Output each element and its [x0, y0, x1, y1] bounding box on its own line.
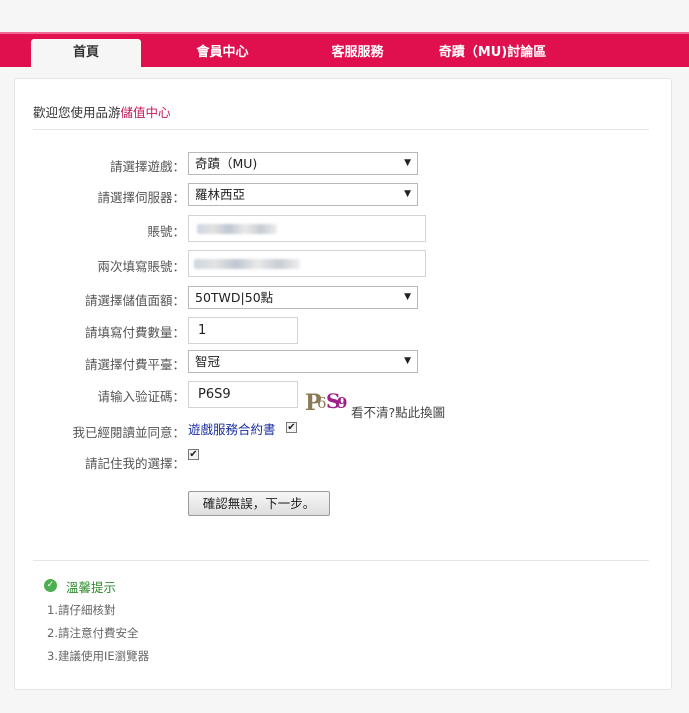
platform-label: 請選擇付費平臺：	[84, 357, 185, 372]
redacted-account	[197, 224, 277, 234]
captcha-label: 请输入验证碼：	[97, 389, 185, 404]
tab-forum[interactable]: 奇蹟（MU)討論區	[425, 39, 560, 69]
captcha-image[interactable]: P 6 S 9	[304, 384, 348, 416]
quantity-input[interactable]: 1	[188, 317, 298, 344]
remember-label: 請記住我的選擇：	[84, 456, 185, 471]
main-panel: 歡迎您使用品游儲值中心 請選擇遊戲： 奇蹟（MU) ▼ 請選擇伺服器： 羅林西亞…	[14, 78, 672, 690]
tip-item: 3.建議使用IE瀏覽器	[47, 649, 150, 663]
tab-home[interactable]: 首頁	[31, 39, 141, 69]
platform-select[interactable]: 智冠 ▼	[188, 350, 418, 373]
tip-item: 1.請仔細核對	[47, 603, 116, 617]
game-select-value: 奇蹟（MU)	[195, 156, 258, 171]
game-select[interactable]: 奇蹟（MU) ▼	[188, 152, 418, 175]
platform-select-value: 智冠	[195, 354, 221, 369]
agree-label: 我已經閱讀並同意：	[72, 425, 185, 440]
remember-checkbox[interactable]: ✔	[188, 449, 199, 460]
captcha-char: 9	[337, 394, 347, 412]
dropdown-arrow-icon: ▼	[404, 292, 411, 302]
server-select-value: 羅林西亞	[195, 187, 246, 202]
tips-title: 溫馨提示	[66, 580, 117, 595]
quantity-label: 請填寫付費數量：	[84, 325, 185, 340]
tip-icon: ✓	[44, 579, 57, 592]
service-contract-link[interactable]: 遊戲服務合約書	[188, 419, 276, 438]
welcome-highlight: 儲值中心	[120, 105, 171, 120]
dropdown-arrow-icon: ▼	[404, 356, 411, 366]
account-confirm-label: 兩次填寫賬號：	[97, 259, 185, 274]
account-input[interactable]	[188, 215, 426, 242]
redacted-account	[194, 259, 300, 269]
divider	[33, 560, 649, 561]
divider	[33, 129, 649, 130]
amount-select[interactable]: 50TWD|50點 ▼	[188, 286, 418, 309]
game-label: 請選擇遊戲：	[109, 159, 185, 174]
tab-member-center[interactable]: 會員中心	[165, 39, 280, 69]
tab-customer-service[interactable]: 客服服務	[300, 39, 415, 69]
captcha-refresh-link[interactable]: 看不清?點此換圖	[351, 402, 445, 421]
amount-label: 請選擇儲值面額：	[84, 293, 185, 308]
account-label: 賬號：	[147, 224, 185, 239]
server-label: 請選擇伺服器：	[97, 190, 185, 205]
dropdown-arrow-icon: ▼	[404, 189, 411, 199]
account-confirm-input[interactable]	[188, 250, 426, 277]
dropdown-arrow-icon: ▼	[404, 158, 411, 168]
captcha-input[interactable]: P6S9	[188, 381, 298, 408]
welcome-text: 歡迎您使用品游儲值中心	[33, 102, 171, 121]
submit-button[interactable]: 確認無誤，下一步。	[188, 491, 330, 516]
tip-item: 2.請注意付費安全	[47, 626, 139, 640]
server-select[interactable]: 羅林西亞 ▼	[188, 183, 418, 206]
welcome-prefix: 歡迎您使用品游	[33, 105, 121, 120]
amount-select-value: 50TWD|50點	[195, 290, 274, 305]
agree-checkbox[interactable]: ✔	[286, 422, 297, 433]
top-nav-bar: 首頁 會員中心 客服服務 奇蹟（MU)討論區	[0, 32, 689, 69]
